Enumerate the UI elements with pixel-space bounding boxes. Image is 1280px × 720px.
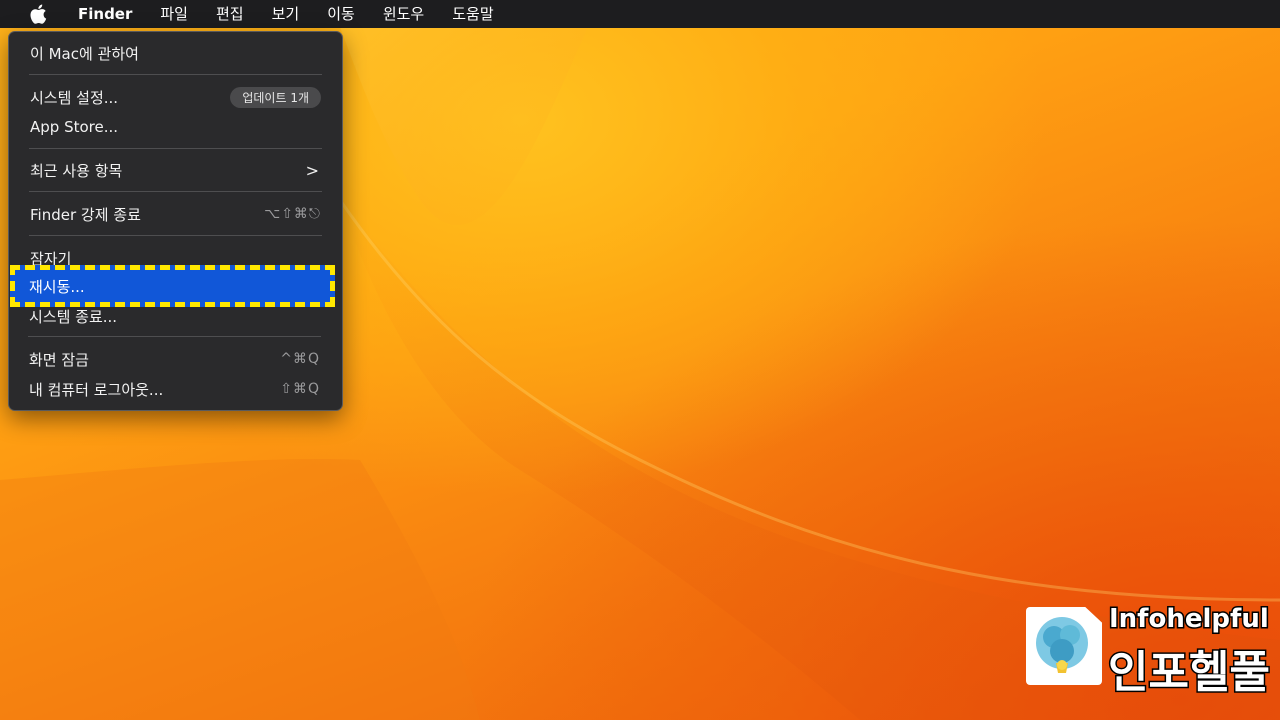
menu-edit[interactable]: 편집: [202, 0, 258, 28]
menu-bar: Finder 파일 편집 보기 이동 윈도우 도움말: [0, 0, 1280, 28]
update-badge: 업데이트 1개: [230, 86, 321, 108]
menu-item-shutdown[interactable]: 시스템 종료...: [29, 302, 320, 330]
menu-window[interactable]: 윈도우: [369, 0, 438, 28]
system-settings-label: 시스템 설정...: [30, 88, 119, 107]
watermark-text-en: Infohelpful: [1108, 603, 1271, 636]
menu-item-force-quit[interactable]: Finder 강제 종료 ⌥⇧⌘⎋: [30, 200, 321, 228]
menu-help[interactable]: 도움말: [438, 0, 507, 28]
shutdown-label: 시스템 종료...: [29, 307, 118, 326]
watermark-logo-icon: [1026, 607, 1102, 685]
logout-shortcut: ⇧⌘Q: [280, 381, 320, 397]
menu-finder[interactable]: Finder: [64, 0, 146, 28]
logout-label: 내 컴퓨터 로그아웃...: [29, 380, 164, 399]
menu-item-recent-items[interactable]: 최근 사용 항목 >: [30, 156, 321, 184]
watermark-text-ko: 인포헬풀: [1107, 646, 1272, 700]
menu-separator: [29, 148, 322, 149]
menu-separator: [29, 235, 322, 236]
menu-item-lock-screen[interactable]: 화면 잠금 ^⌘Q: [29, 345, 320, 373]
menu-item-about-this-mac[interactable]: 이 Mac에 관하여: [30, 39, 321, 67]
lock-screen-shortcut: ^⌘Q: [280, 351, 320, 367]
menu-go[interactable]: 이동: [313, 0, 369, 28]
chevron-right-icon: >: [305, 160, 319, 180]
recent-items-label: 최근 사용 항목: [30, 161, 123, 180]
menu-item-logout[interactable]: 내 컴퓨터 로그아웃... ⇧⌘Q: [29, 375, 320, 403]
force-quit-shortcut: ⌥⇧⌘⎋: [264, 206, 321, 222]
force-quit-label: Finder 강제 종료: [30, 205, 141, 224]
lock-screen-label: 화면 잠금: [29, 350, 89, 369]
menu-view[interactable]: 보기: [258, 0, 314, 28]
apple-logo-icon[interactable]: [26, 0, 50, 28]
menu-item-app-store[interactable]: App Store...: [30, 113, 321, 141]
menu-separator: [29, 74, 322, 75]
menu-separator: [29, 191, 322, 192]
app-store-label: App Store...: [30, 118, 119, 136]
about-label: 이 Mac에 관하여: [30, 44, 139, 63]
menu-file[interactable]: 파일: [146, 0, 202, 28]
menu-item-system-settings[interactable]: 시스템 설정... 업데이트 1개: [30, 83, 321, 111]
annotation-dashed-box: [10, 265, 335, 307]
